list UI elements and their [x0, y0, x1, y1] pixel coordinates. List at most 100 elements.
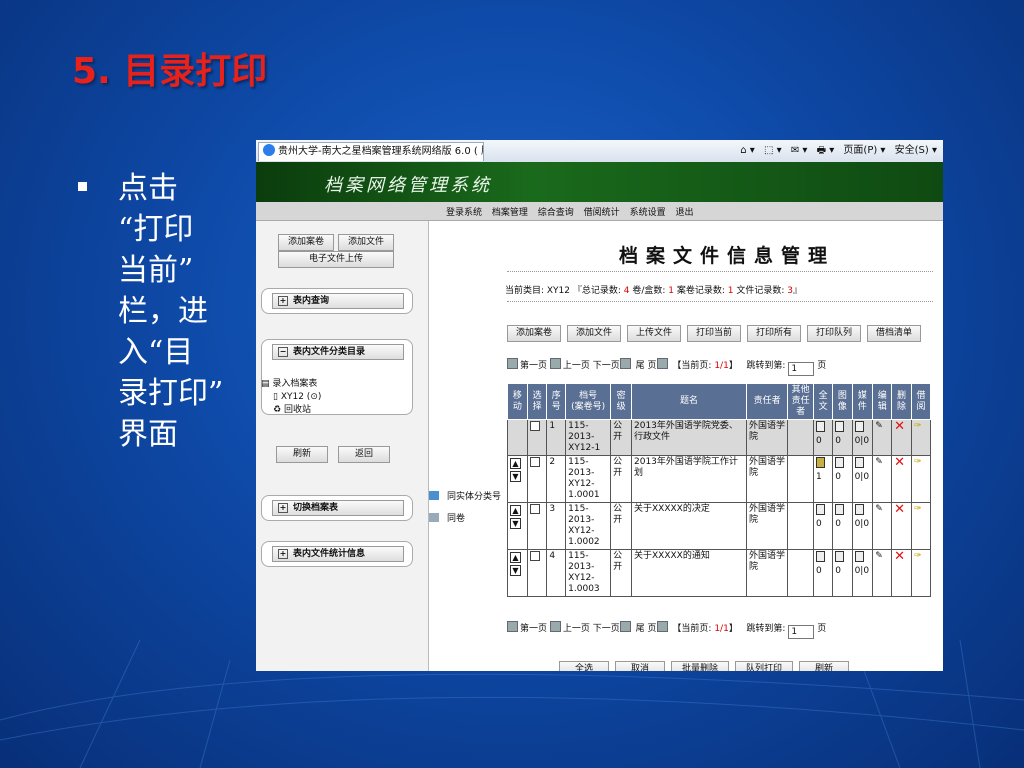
same-category-link[interactable]: 同实体分类号: [429, 486, 501, 508]
borrow-cell[interactable]: ✑: [910, 455, 932, 503]
home-button[interactable]: ⌂ ▾: [740, 145, 755, 156]
add-file-button[interactable]: 添加文件: [338, 234, 394, 251]
print-button[interactable]: 🖶 ▾: [817, 145, 835, 156]
move-down-icon[interactable]: ▼: [510, 565, 521, 576]
fulltext-cell[interactable]: 1: [812, 455, 834, 503]
media-cell[interactable]: 0|0: [851, 419, 874, 456]
tree-root[interactable]: ▤ 录入档案表: [261, 378, 321, 391]
borrow-list-button[interactable]: 借档清单: [867, 325, 921, 342]
feeds-button[interactable]: ⬚ ▾: [764, 145, 782, 156]
table-row[interactable]: ▲ ▼ 4 115-2013-XY12-1.0003 公开 关于XXXXX的通知 …: [507, 549, 932, 597]
edit-cell[interactable]: ✎: [872, 419, 893, 456]
borrow-icon[interactable]: ✑: [914, 504, 922, 514]
delete-icon[interactable]: ✕: [894, 502, 905, 517]
table-row[interactable]: ▲ ▼ 3 115-2013-XY12-1.0002 公开 关于XXXXX的决定 …: [507, 502, 932, 550]
delete-cell[interactable]: ✕: [891, 419, 912, 456]
add-file-action[interactable]: 添加文件: [567, 325, 621, 342]
delete-icon[interactable]: ✕: [894, 549, 905, 564]
move-down-icon[interactable]: ▼: [510, 471, 521, 482]
table-row[interactable]: 1 115-2013-XY12-1 公开 2013年外国语学院党委、行政文件 外…: [507, 419, 932, 456]
search-panel-header[interactable]: + 表内查询: [272, 293, 404, 309]
move-up-icon[interactable]: ▲: [510, 505, 521, 516]
nav-exit[interactable]: 退出: [675, 208, 693, 218]
move-cell[interactable]: ▲ ▼: [507, 502, 528, 550]
upload-electronic-file-button[interactable]: 电子文件上传: [278, 251, 394, 268]
borrow-cell[interactable]: ✑: [910, 549, 932, 597]
print-current-button[interactable]: 打印当前: [687, 325, 741, 342]
add-volume-button[interactable]: 添加案卷: [278, 234, 334, 251]
edit-cell[interactable]: ✎: [872, 455, 893, 503]
next-page-link[interactable]: 下一页: [593, 361, 620, 371]
move-down-icon[interactable]: ▼: [510, 518, 521, 529]
stats-panel-header[interactable]: + 表内文件统计信息: [272, 546, 404, 562]
row-checkbox[interactable]: [529, 504, 540, 514]
edit-icon[interactable]: ✎: [875, 504, 883, 514]
nav-archive-manage[interactable]: 档案管理: [492, 208, 528, 218]
browser-tab[interactable]: 贵州大学-南大之星档案管理系统网络版 6.0 ( 服...: [258, 142, 484, 161]
borrow-icon[interactable]: ✑: [914, 551, 922, 561]
nav-borrow-stats[interactable]: 借阅统计: [584, 208, 620, 218]
move-up-icon[interactable]: ▲: [510, 458, 521, 469]
jump-page-input[interactable]: 1: [788, 625, 815, 639]
refresh-bottom-button[interactable]: 刷新: [799, 661, 849, 671]
back-button[interactable]: 返回: [338, 446, 390, 463]
cancel-button[interactable]: 取消: [615, 661, 665, 671]
safety-menu[interactable]: 安全(S) ▾: [895, 145, 937, 156]
move-cell[interactable]: ▲ ▼: [507, 455, 528, 503]
refresh-button[interactable]: 刷新: [276, 446, 328, 463]
move-up-icon[interactable]: ▲: [510, 552, 521, 563]
switch-panel-header[interactable]: + 切换档案表: [272, 500, 404, 516]
select-cell[interactable]: [526, 419, 548, 456]
edit-cell[interactable]: ✎: [872, 502, 893, 550]
last-page-link[interactable]: 尾 页: [636, 624, 657, 634]
delete-icon[interactable]: ✕: [894, 455, 905, 470]
print-queue-button[interactable]: 打印队列: [807, 325, 861, 342]
tree-recycle[interactable]: ♻ 回收站: [261, 404, 321, 417]
fulltext-cell[interactable]: 0: [812, 419, 834, 456]
image-cell[interactable]: 0: [832, 502, 853, 550]
edit-icon[interactable]: ✎: [875, 457, 883, 467]
delete-cell[interactable]: ✕: [891, 549, 912, 597]
queue-print-button[interactable]: 队列打印: [735, 661, 793, 671]
edit-cell[interactable]: ✎: [872, 549, 893, 597]
media-cell[interactable]: 0|0: [851, 455, 874, 503]
nav-settings[interactable]: 系统设置: [630, 208, 666, 218]
page-menu[interactable]: 页面(P) ▾: [843, 145, 885, 156]
delete-cell[interactable]: ✕: [891, 502, 912, 550]
last-page-link[interactable]: 尾 页: [636, 361, 657, 371]
image-cell[interactable]: 0: [832, 549, 853, 597]
row-checkbox[interactable]: [529, 457, 540, 467]
borrow-cell[interactable]: ✑: [910, 419, 932, 456]
select-all-button[interactable]: 全选: [559, 661, 609, 671]
batch-delete-button[interactable]: 批量删除: [671, 661, 729, 671]
image-cell[interactable]: 0: [832, 455, 853, 503]
borrow-icon[interactable]: ✑: [914, 421, 922, 431]
next-page-link[interactable]: 下一页: [593, 624, 620, 634]
row-checkbox[interactable]: [529, 421, 540, 431]
prev-page-link[interactable]: 上一页: [563, 624, 590, 634]
move-cell[interactable]: ▲ ▼: [507, 549, 528, 597]
mail-button[interactable]: ✉ ▾: [791, 145, 808, 156]
edit-icon[interactable]: ✎: [875, 421, 883, 431]
tree-node[interactable]: ▯ XY12 (⊙): [261, 391, 321, 404]
media-cell[interactable]: 0|0: [851, 549, 874, 597]
first-page-link[interactable]: 第一页: [520, 361, 547, 371]
add-volume-action[interactable]: 添加案卷: [507, 325, 561, 342]
select-cell[interactable]: [526, 502, 548, 550]
table-row[interactable]: ▲ ▼ 2 115-2013-XY12-1.0001 公开 2013年外国语学院工…: [507, 455, 932, 503]
delete-icon[interactable]: ✕: [894, 419, 905, 434]
nav-query[interactable]: 综合查询: [538, 208, 574, 218]
upload-file-action[interactable]: 上传文件: [627, 325, 681, 342]
category-panel-header[interactable]: − 表内文件分类目录: [272, 344, 404, 360]
image-cell[interactable]: 0: [832, 419, 853, 456]
media-cell[interactable]: 0|0: [851, 502, 874, 550]
select-cell[interactable]: [526, 549, 548, 597]
fulltext-cell[interactable]: 0: [812, 549, 834, 597]
jump-page-input[interactable]: 1: [788, 362, 815, 376]
edit-icon[interactable]: ✎: [875, 551, 883, 561]
first-page-link[interactable]: 第一页: [520, 624, 547, 634]
prev-page-link[interactable]: 上一页: [563, 361, 590, 371]
borrow-icon[interactable]: ✑: [914, 457, 922, 467]
select-cell[interactable]: [526, 455, 548, 503]
fulltext-cell[interactable]: 0: [812, 502, 834, 550]
